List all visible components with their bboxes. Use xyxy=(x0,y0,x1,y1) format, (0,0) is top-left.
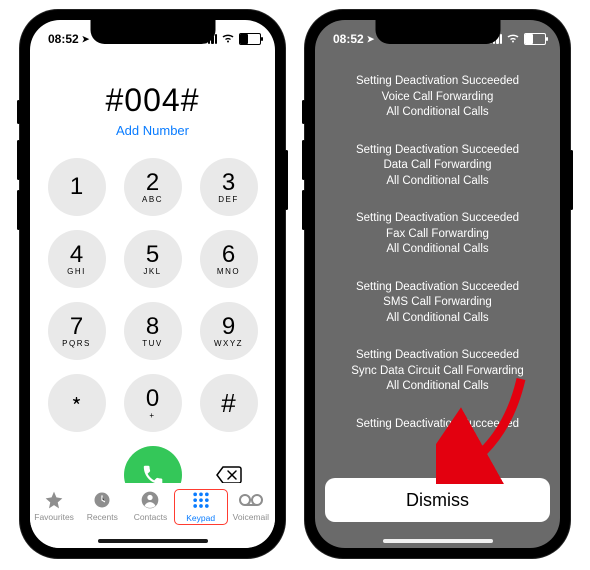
delete-icon xyxy=(215,465,243,485)
key-star[interactable]: ﹡ xyxy=(48,374,106,432)
ussd-result: Setting Deactivation SucceededVoice Call… xyxy=(315,54,560,548)
result-message-block: Setting Deactivation SucceededData Call … xyxy=(329,143,546,190)
key-0[interactable]: 0+ xyxy=(124,374,182,432)
key-digit: 0 xyxy=(146,387,159,411)
tab-favourites[interactable]: Favourites xyxy=(30,490,78,522)
key-9[interactable]: 9WXYZ xyxy=(200,302,258,360)
phone-frame-left: 08:52 ➤ #004# Add Number 1 2ABC 3DEF 4GHI 5J… xyxy=(20,10,285,558)
key-letters: PQRS xyxy=(62,340,91,348)
volume-up-button xyxy=(17,140,20,180)
key-digit: ﹡ xyxy=(63,390,89,416)
tab-recents[interactable]: Recents xyxy=(78,490,126,522)
key-digit: 9 xyxy=(222,315,235,339)
result-message-block: Setting Deactivation SucceededFax Call F… xyxy=(329,211,546,258)
key-digit: 5 xyxy=(146,243,159,267)
result-line: All Conditional Calls xyxy=(329,242,546,258)
result-line: All Conditional Calls xyxy=(329,311,546,327)
result-line: Data Call Forwarding xyxy=(329,158,546,174)
key-letters: DEF xyxy=(218,196,239,204)
result-line: Sync Data Circuit Call Forwarding xyxy=(329,364,546,380)
key-letters: TUV xyxy=(142,340,163,348)
tab-keypad[interactable]: Keypad xyxy=(175,490,227,524)
key-digit: 7 xyxy=(70,315,83,339)
mute-switch xyxy=(17,100,20,124)
location-icon: ➤ xyxy=(82,34,90,45)
tab-label: Voicemail xyxy=(233,512,269,522)
wifi-icon xyxy=(221,33,235,46)
key-digit: 3 xyxy=(222,171,235,195)
volume-up-button xyxy=(302,140,305,180)
notch xyxy=(375,20,500,44)
result-message-block: Setting Deactivation SucceededSMS Call F… xyxy=(329,280,546,327)
notch xyxy=(90,20,215,44)
phone-frame-right: 08:52 ➤ Setting Deactivation SucceededVo… xyxy=(305,10,570,558)
key-letters: WXYZ xyxy=(214,340,243,348)
result-line: Setting Deactivation Succeeded xyxy=(329,211,546,227)
key-letters: GHI xyxy=(67,268,86,276)
dialed-number: #004# xyxy=(30,82,275,119)
key-hash[interactable]: # xyxy=(200,374,258,432)
keypad: 12ABC3DEF4GHI5JKL6MNO7PQRS8TUV9WXYZ﹡0+# xyxy=(48,158,258,432)
result-line: Voice Call Forwarding xyxy=(329,90,546,106)
tab-voicemail[interactable]: Voicemail xyxy=(227,490,275,522)
key-2[interactable]: 2ABC xyxy=(124,158,182,216)
key-1[interactable]: 1 xyxy=(48,158,106,216)
mute-switch xyxy=(302,100,305,124)
key-digit: 4 xyxy=(70,243,83,267)
key-letters: MNO xyxy=(217,268,240,276)
result-line: All Conditional Calls xyxy=(329,174,546,190)
status-time: 08:52 xyxy=(48,32,79,46)
result-line: Setting Deactivation Succeeded xyxy=(329,417,546,433)
volume-down-button xyxy=(17,190,20,230)
result-message-block: Setting Deactivation Succeeded xyxy=(329,417,546,433)
result-line: Setting Deactivation Succeeded xyxy=(329,280,546,296)
key-5[interactable]: 5JKL xyxy=(124,230,182,288)
key-digit: 6 xyxy=(222,243,235,267)
key-letters: ABC xyxy=(142,196,163,204)
result-line: Setting Deactivation Succeeded xyxy=(329,74,546,90)
tab-contacts[interactable]: Contacts xyxy=(126,490,174,522)
key-letters: + xyxy=(149,412,155,420)
key-digit: 2 xyxy=(146,171,159,195)
star-icon xyxy=(44,490,64,510)
clock-icon xyxy=(92,490,112,510)
key-letters: JKL xyxy=(143,268,161,276)
tab-label: Contacts xyxy=(134,512,168,522)
status-time: 08:52 xyxy=(333,32,364,46)
wifi-icon xyxy=(506,33,520,46)
key-8[interactable]: 8TUV xyxy=(124,302,182,360)
contact-icon xyxy=(140,490,160,510)
result-line: Setting Deactivation Succeeded xyxy=(329,348,546,364)
key-4[interactable]: 4GHI xyxy=(48,230,106,288)
add-number-link[interactable]: Add Number xyxy=(30,123,275,138)
result-message-block: Setting Deactivation SucceededSync Data … xyxy=(329,348,546,395)
location-icon: ➤ xyxy=(367,34,375,45)
key-digit: # xyxy=(221,390,235,416)
result-message-block: Setting Deactivation SucceededVoice Call… xyxy=(329,74,546,121)
key-3[interactable]: 3DEF xyxy=(200,158,258,216)
result-line: All Conditional Calls xyxy=(329,379,546,395)
battery-icon xyxy=(239,33,261,45)
result-line: Setting Deactivation Succeeded xyxy=(329,143,546,159)
volume-down-button xyxy=(302,190,305,230)
side-button xyxy=(285,150,288,210)
result-line: All Conditional Calls xyxy=(329,105,546,121)
keypad-icon xyxy=(191,491,211,511)
home-indicator[interactable] xyxy=(98,539,208,543)
voicemail-icon xyxy=(239,490,263,510)
battery-icon xyxy=(524,33,546,45)
key-6[interactable]: 6MNO xyxy=(200,230,258,288)
result-line: Fax Call Forwarding xyxy=(329,227,546,243)
tab-label: Recents xyxy=(87,512,118,522)
result-line: SMS Call Forwarding xyxy=(329,295,546,311)
key-7[interactable]: 7PQRS xyxy=(48,302,106,360)
tab-label: Favourites xyxy=(34,512,74,522)
tab-label: Keypad xyxy=(186,513,215,523)
side-button xyxy=(570,150,573,210)
dismiss-label: Dismiss xyxy=(406,490,469,511)
key-digit: 8 xyxy=(146,315,159,339)
dismiss-button[interactable]: Dismiss xyxy=(325,478,550,522)
home-indicator[interactable] xyxy=(383,539,493,543)
key-digit: 1 xyxy=(70,175,83,199)
